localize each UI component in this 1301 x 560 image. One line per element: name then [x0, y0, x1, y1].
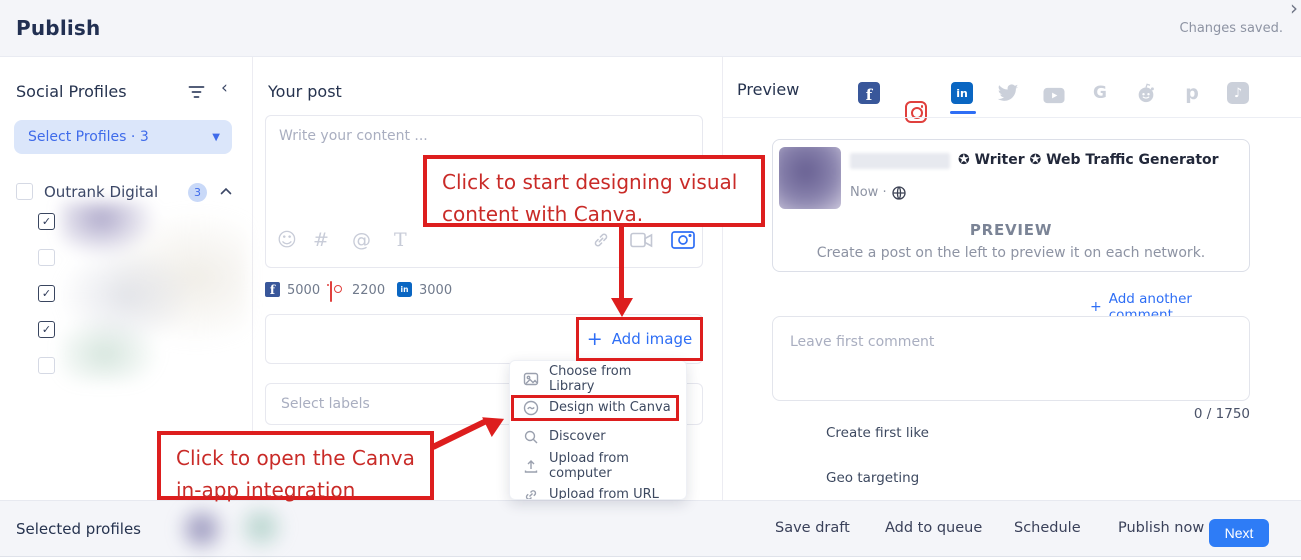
facebook-counter-icon: f [265, 282, 280, 297]
instagram-char-limit: 2200 [352, 283, 386, 298]
facebook-char-limit: 5000 [287, 283, 321, 298]
menu-item-upload-from-computer[interactable]: Upload from computer [510, 451, 686, 481]
collapse-sidebar-icon[interactable]: ‹ [221, 78, 228, 98]
radio-schedule-label[interactable]: Schedule [1014, 520, 1081, 536]
search-icon [523, 429, 539, 445]
menu-item-choose-from-library[interactable]: Choose from Library [510, 364, 686, 394]
upload-icon [523, 458, 539, 474]
url-link-icon [523, 487, 539, 499]
changes-saved-status: Changes saved. [1179, 21, 1284, 36]
blurred-profile-list [60, 201, 248, 383]
page-title: Publish [16, 16, 101, 40]
select-profiles-label: Select Profiles · 3 [28, 129, 149, 145]
emoji-icon[interactable]: ☺ [277, 229, 297, 251]
linkedin-char-limit: 3000 [419, 283, 453, 298]
top-header-bar [0, 0, 1301, 57]
select-profiles-dropdown[interactable]: Select Profiles · 3 ▼ [14, 120, 232, 154]
your-post-title: Your post [268, 82, 342, 101]
radio-save-draft-label[interactable]: Save draft [775, 520, 850, 536]
char-counter: 0 / 1750 [1193, 406, 1250, 422]
social-profiles-title: Social Profiles [16, 82, 127, 101]
post-time: Now · [850, 185, 887, 200]
network-tab-tiktok[interactable]: ♪ [1227, 82, 1249, 104]
preview-divider [722, 57, 723, 500]
network-tab-youtube[interactable] [1043, 84, 1065, 106]
selected-profiles-label: Selected profiles [16, 520, 141, 538]
chevron-up-icon[interactable] [220, 187, 232, 195]
blurred-selected-avatars [172, 505, 296, 553]
add-image-button[interactable]: Add image [612, 330, 693, 348]
design-with-canva-highlight-box [511, 395, 679, 421]
radio-publish-now-label[interactable]: Publish now [1118, 520, 1204, 536]
toggle-knob [776, 465, 793, 482]
add-image-highlight-box: + Add image [576, 317, 703, 361]
camera-icon[interactable] [671, 230, 695, 250]
profile-headline: ✪ Writer ✪ Web Traffic Generator [958, 152, 1219, 168]
network-tab-instagram[interactable] [905, 101, 927, 123]
hashtag-icon[interactable]: # [313, 229, 329, 251]
video-icon[interactable] [630, 232, 653, 249]
text-format-icon[interactable]: T [394, 229, 407, 251]
preview-heading: PREVIEW [969, 221, 1053, 239]
preview-header-divider [722, 117, 1301, 118]
profile-checkbox[interactable] [38, 321, 55, 338]
blurred-profile-name [850, 153, 950, 169]
geo-targeting-label: Geo targeting [826, 470, 920, 486]
menu-item-discover[interactable]: Discover [510, 422, 686, 451]
active-network-underline [950, 111, 976, 114]
link-icon[interactable] [591, 230, 611, 250]
annotation-integration-tip: Click to open the Canva in-app integrati… [157, 431, 434, 502]
globe-icon [891, 185, 906, 200]
network-tab-facebook[interactable]: f [858, 82, 880, 104]
group-name[interactable]: Outrank Digital [44, 183, 158, 201]
linkedin-counter-icon: in [397, 282, 412, 297]
first-comment-placeholder: Leave first comment [790, 334, 935, 350]
post-meta: Now · [850, 185, 906, 200]
profile-checkbox[interactable] [38, 249, 55, 266]
caret-down-icon: ▼ [212, 131, 220, 143]
plus-icon: + [586, 328, 603, 350]
corner-chevron-icon[interactable]: › [1290, 0, 1298, 20]
network-tab-google[interactable]: G [1089, 82, 1111, 104]
network-tab-linkedin[interactable]: in [951, 82, 973, 104]
plus-icon: + [1090, 299, 1102, 315]
radio-add-to-queue-label[interactable]: Add to queue [885, 520, 982, 536]
annotation-arrow-down-head [611, 298, 633, 317]
add-image-menu: Choose from Library Design with Canva Di… [509, 360, 687, 500]
profile-checkbox[interactable] [38, 357, 55, 374]
filter-icon[interactable] [188, 85, 205, 99]
profile-checkbox[interactable] [38, 213, 55, 230]
labels-placeholder: Select labels [281, 396, 370, 412]
publish-window: Publish Changes saved. › Social Profiles… [0, 0, 1301, 560]
preview-title: Preview [737, 80, 800, 99]
post-editor-placeholder: Write your content ... [279, 128, 428, 144]
network-tab-pinterest[interactable]: p [1181, 82, 1203, 104]
network-tab-twitter[interactable] [997, 82, 1019, 104]
avatar [779, 147, 841, 209]
library-image-icon [523, 371, 539, 387]
group-checkbox[interactable] [16, 183, 33, 200]
network-tab-reddit[interactable] [1135, 82, 1157, 104]
create-first-like-label: Create first like [826, 425, 929, 441]
group-count-badge: 3 [188, 183, 207, 202]
mention-icon[interactable]: @ [352, 229, 371, 251]
preview-helper-text: Create a post on the left to preview it … [816, 245, 1206, 261]
annotation-design-tip: Click to start designing visual content … [423, 155, 765, 227]
next-button[interactable]: Next [1209, 519, 1269, 547]
menu-item-upload-from-url[interactable]: Upload from URL [510, 480, 686, 499]
first-comment-field[interactable] [772, 316, 1250, 401]
profile-checkbox[interactable] [38, 285, 55, 302]
annotation-arrow-down-line [619, 227, 624, 299]
instagram-counter-icon [330, 281, 332, 302]
